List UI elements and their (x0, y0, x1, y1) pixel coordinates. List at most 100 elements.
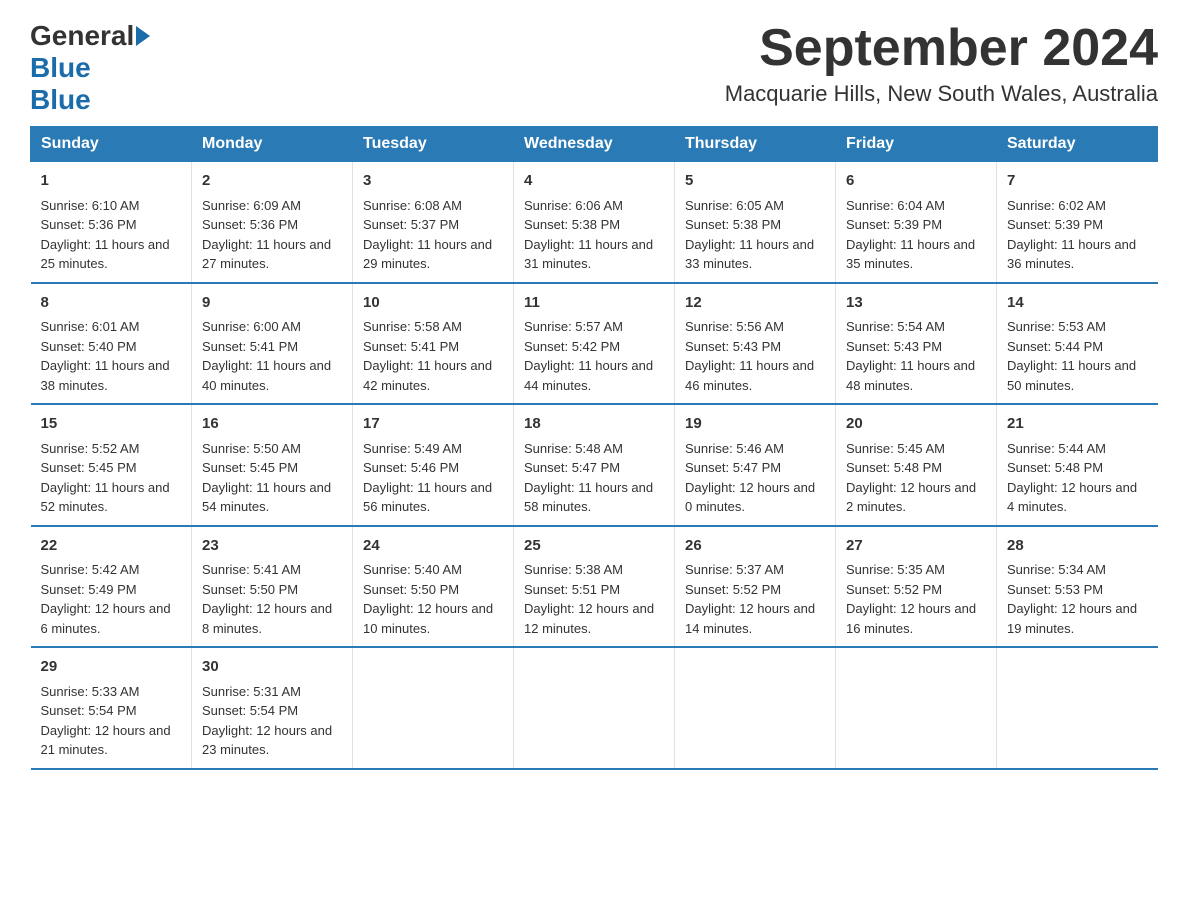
day-info: Sunrise: 5:42 AMSunset: 5:49 PMDaylight:… (41, 562, 171, 636)
day-number: 23 (202, 535, 342, 558)
calendar-table: Sunday Monday Tuesday Wednesday Thursday… (30, 126, 1158, 770)
calendar-day-cell: 3 Sunrise: 6:08 AMSunset: 5:37 PMDaylight… (353, 162, 514, 283)
day-number: 29 (41, 656, 182, 679)
calendar-day-cell: 20 Sunrise: 5:45 AMSunset: 5:48 PMDayligh… (836, 404, 997, 526)
day-number: 21 (1007, 413, 1148, 436)
day-info: Sunrise: 5:40 AMSunset: 5:50 PMDaylight:… (363, 562, 493, 636)
day-info: Sunrise: 6:08 AMSunset: 5:37 PMDaylight:… (363, 198, 492, 272)
day-info: Sunrise: 6:04 AMSunset: 5:39 PMDaylight:… (846, 198, 975, 272)
day-info: Sunrise: 5:34 AMSunset: 5:53 PMDaylight:… (1007, 562, 1137, 636)
day-number: 17 (363, 413, 503, 436)
logo: General Blue Blue (30, 20, 152, 116)
day-number: 10 (363, 292, 503, 315)
calendar-day-cell: 15 Sunrise: 5:52 AMSunset: 5:45 PMDayligh… (31, 404, 192, 526)
calendar-week-row: 1Sunrise: 6:10 AMSunset: 5:36 PMDaylight… (31, 162, 1158, 283)
day-info: Sunrise: 6:02 AMSunset: 5:39 PMDaylight:… (1007, 198, 1136, 272)
day-info: Sunrise: 5:54 AMSunset: 5:43 PMDaylight:… (846, 319, 975, 393)
calendar-day-cell (353, 647, 514, 769)
day-info: Sunrise: 5:33 AMSunset: 5:54 PMDaylight:… (41, 684, 171, 758)
calendar-week-row: 8Sunrise: 6:01 AMSunset: 5:40 PMDaylight… (31, 283, 1158, 405)
calendar-day-cell: 10 Sunrise: 5:58 AMSunset: 5:41 PMDayligh… (353, 283, 514, 405)
day-number: 20 (846, 413, 986, 436)
day-number: 19 (685, 413, 825, 436)
day-info: Sunrise: 5:38 AMSunset: 5:51 PMDaylight:… (524, 562, 654, 636)
day-number: 24 (363, 535, 503, 558)
location-title: Macquarie Hills, New South Wales, Austra… (725, 81, 1158, 107)
calendar-day-cell: 9 Sunrise: 6:00 AMSunset: 5:41 PMDaylight… (192, 283, 353, 405)
calendar-day-cell: 24 Sunrise: 5:40 AMSunset: 5:50 PMDayligh… (353, 526, 514, 648)
day-number: 27 (846, 535, 986, 558)
page-header: General Blue Blue September 2024 Macquar… (30, 20, 1158, 116)
calendar-day-cell (836, 647, 997, 769)
calendar-day-cell: 23 Sunrise: 5:41 AMSunset: 5:50 PMDayligh… (192, 526, 353, 648)
day-info: Sunrise: 5:52 AMSunset: 5:45 PMDaylight:… (41, 441, 170, 515)
calendar-day-cell: 8Sunrise: 6:01 AMSunset: 5:40 PMDaylight… (31, 283, 192, 405)
day-info: Sunrise: 5:53 AMSunset: 5:44 PMDaylight:… (1007, 319, 1136, 393)
calendar-day-cell: 22 Sunrise: 5:42 AMSunset: 5:49 PMDayligh… (31, 526, 192, 648)
day-info: Sunrise: 5:48 AMSunset: 5:47 PMDaylight:… (524, 441, 653, 515)
day-info: Sunrise: 5:45 AMSunset: 5:48 PMDaylight:… (846, 441, 976, 515)
calendar-day-cell: 30Sunrise: 5:31 AMSunset: 5:54 PMDayligh… (192, 647, 353, 769)
calendar-day-cell: 25 Sunrise: 5:38 AMSunset: 5:51 PMDayligh… (514, 526, 675, 648)
day-number: 28 (1007, 535, 1148, 558)
day-number: 12 (685, 292, 825, 315)
day-info: Sunrise: 6:01 AMSunset: 5:40 PMDaylight:… (41, 319, 170, 393)
day-number: 13 (846, 292, 986, 315)
logo-general-text: General (30, 20, 134, 52)
calendar-day-cell: 19Sunrise: 5:46 AMSunset: 5:47 PMDayligh… (675, 404, 836, 526)
day-info: Sunrise: 5:58 AMSunset: 5:41 PMDaylight:… (363, 319, 492, 393)
day-number: 11 (524, 292, 664, 315)
calendar-day-cell: 1Sunrise: 6:10 AMSunset: 5:36 PMDaylight… (31, 162, 192, 283)
day-number: 25 (524, 535, 664, 558)
day-number: 9 (202, 292, 342, 315)
header-wednesday: Wednesday (514, 127, 675, 162)
day-info: Sunrise: 6:00 AMSunset: 5:41 PMDaylight:… (202, 319, 331, 393)
calendar-day-cell: 12 Sunrise: 5:56 AMSunset: 5:43 PMDayligh… (675, 283, 836, 405)
day-info: Sunrise: 5:41 AMSunset: 5:50 PMDaylight:… (202, 562, 332, 636)
day-info: Sunrise: 5:50 AMSunset: 5:45 PMDaylight:… (202, 441, 331, 515)
day-number: 22 (41, 535, 182, 558)
calendar-day-cell: 14 Sunrise: 5:53 AMSunset: 5:44 PMDayligh… (997, 283, 1158, 405)
header-sunday: Sunday (31, 127, 192, 162)
calendar-week-row: 29 Sunrise: 5:33 AMSunset: 5:54 PMDayligh… (31, 647, 1158, 769)
day-number: 6 (846, 170, 986, 193)
calendar-day-cell: 16Sunrise: 5:50 AMSunset: 5:45 PMDayligh… (192, 404, 353, 526)
calendar-day-cell: 6 Sunrise: 6:04 AMSunset: 5:39 PMDaylight… (836, 162, 997, 283)
calendar-day-cell (675, 647, 836, 769)
calendar-day-cell: 29 Sunrise: 5:33 AMSunset: 5:54 PMDayligh… (31, 647, 192, 769)
calendar-day-cell: 2 Sunrise: 6:09 AMSunset: 5:36 PMDaylight… (192, 162, 353, 283)
header-tuesday: Tuesday (353, 127, 514, 162)
calendar-day-cell: 5Sunrise: 6:05 AMSunset: 5:38 PMDaylight… (675, 162, 836, 283)
month-title: September 2024 (725, 20, 1158, 77)
header-thursday: Thursday (675, 127, 836, 162)
day-info: Sunrise: 6:06 AMSunset: 5:38 PMDaylight:… (524, 198, 653, 272)
day-info: Sunrise: 5:56 AMSunset: 5:43 PMDaylight:… (685, 319, 814, 393)
day-number: 3 (363, 170, 503, 193)
day-number: 4 (524, 170, 664, 193)
calendar-day-cell: 18Sunrise: 5:48 AMSunset: 5:47 PMDayligh… (514, 404, 675, 526)
calendar-week-row: 22 Sunrise: 5:42 AMSunset: 5:49 PMDayligh… (31, 526, 1158, 648)
day-info: Sunrise: 6:05 AMSunset: 5:38 PMDaylight:… (685, 198, 814, 272)
logo-arrow-icon (136, 26, 150, 46)
logo-blue-text: Blue (30, 84, 91, 115)
calendar-day-cell: 7 Sunrise: 6:02 AMSunset: 5:39 PMDaylight… (997, 162, 1158, 283)
calendar-day-cell (997, 647, 1158, 769)
calendar-day-cell: 17 Sunrise: 5:49 AMSunset: 5:46 PMDayligh… (353, 404, 514, 526)
calendar-week-row: 15 Sunrise: 5:52 AMSunset: 5:45 PMDayligh… (31, 404, 1158, 526)
calendar-day-cell: 27Sunrise: 5:35 AMSunset: 5:52 PMDayligh… (836, 526, 997, 648)
logo-blue-text: Blue (30, 52, 91, 83)
day-number: 7 (1007, 170, 1148, 193)
header-monday: Monday (192, 127, 353, 162)
day-number: 14 (1007, 292, 1148, 315)
day-number: 30 (202, 656, 342, 679)
day-info: Sunrise: 6:09 AMSunset: 5:36 PMDaylight:… (202, 198, 331, 272)
day-number: 15 (41, 413, 182, 436)
header-saturday: Saturday (997, 127, 1158, 162)
day-info: Sunrise: 5:49 AMSunset: 5:46 PMDaylight:… (363, 441, 492, 515)
calendar-day-cell: 13 Sunrise: 5:54 AMSunset: 5:43 PMDayligh… (836, 283, 997, 405)
day-number: 2 (202, 170, 342, 193)
day-info: Sunrise: 5:57 AMSunset: 5:42 PMDaylight:… (524, 319, 653, 393)
calendar-header-row: Sunday Monday Tuesday Wednesday Thursday… (31, 127, 1158, 162)
day-info: Sunrise: 5:37 AMSunset: 5:52 PMDaylight:… (685, 562, 815, 636)
calendar-day-cell: 11 Sunrise: 5:57 AMSunset: 5:42 PMDayligh… (514, 283, 675, 405)
